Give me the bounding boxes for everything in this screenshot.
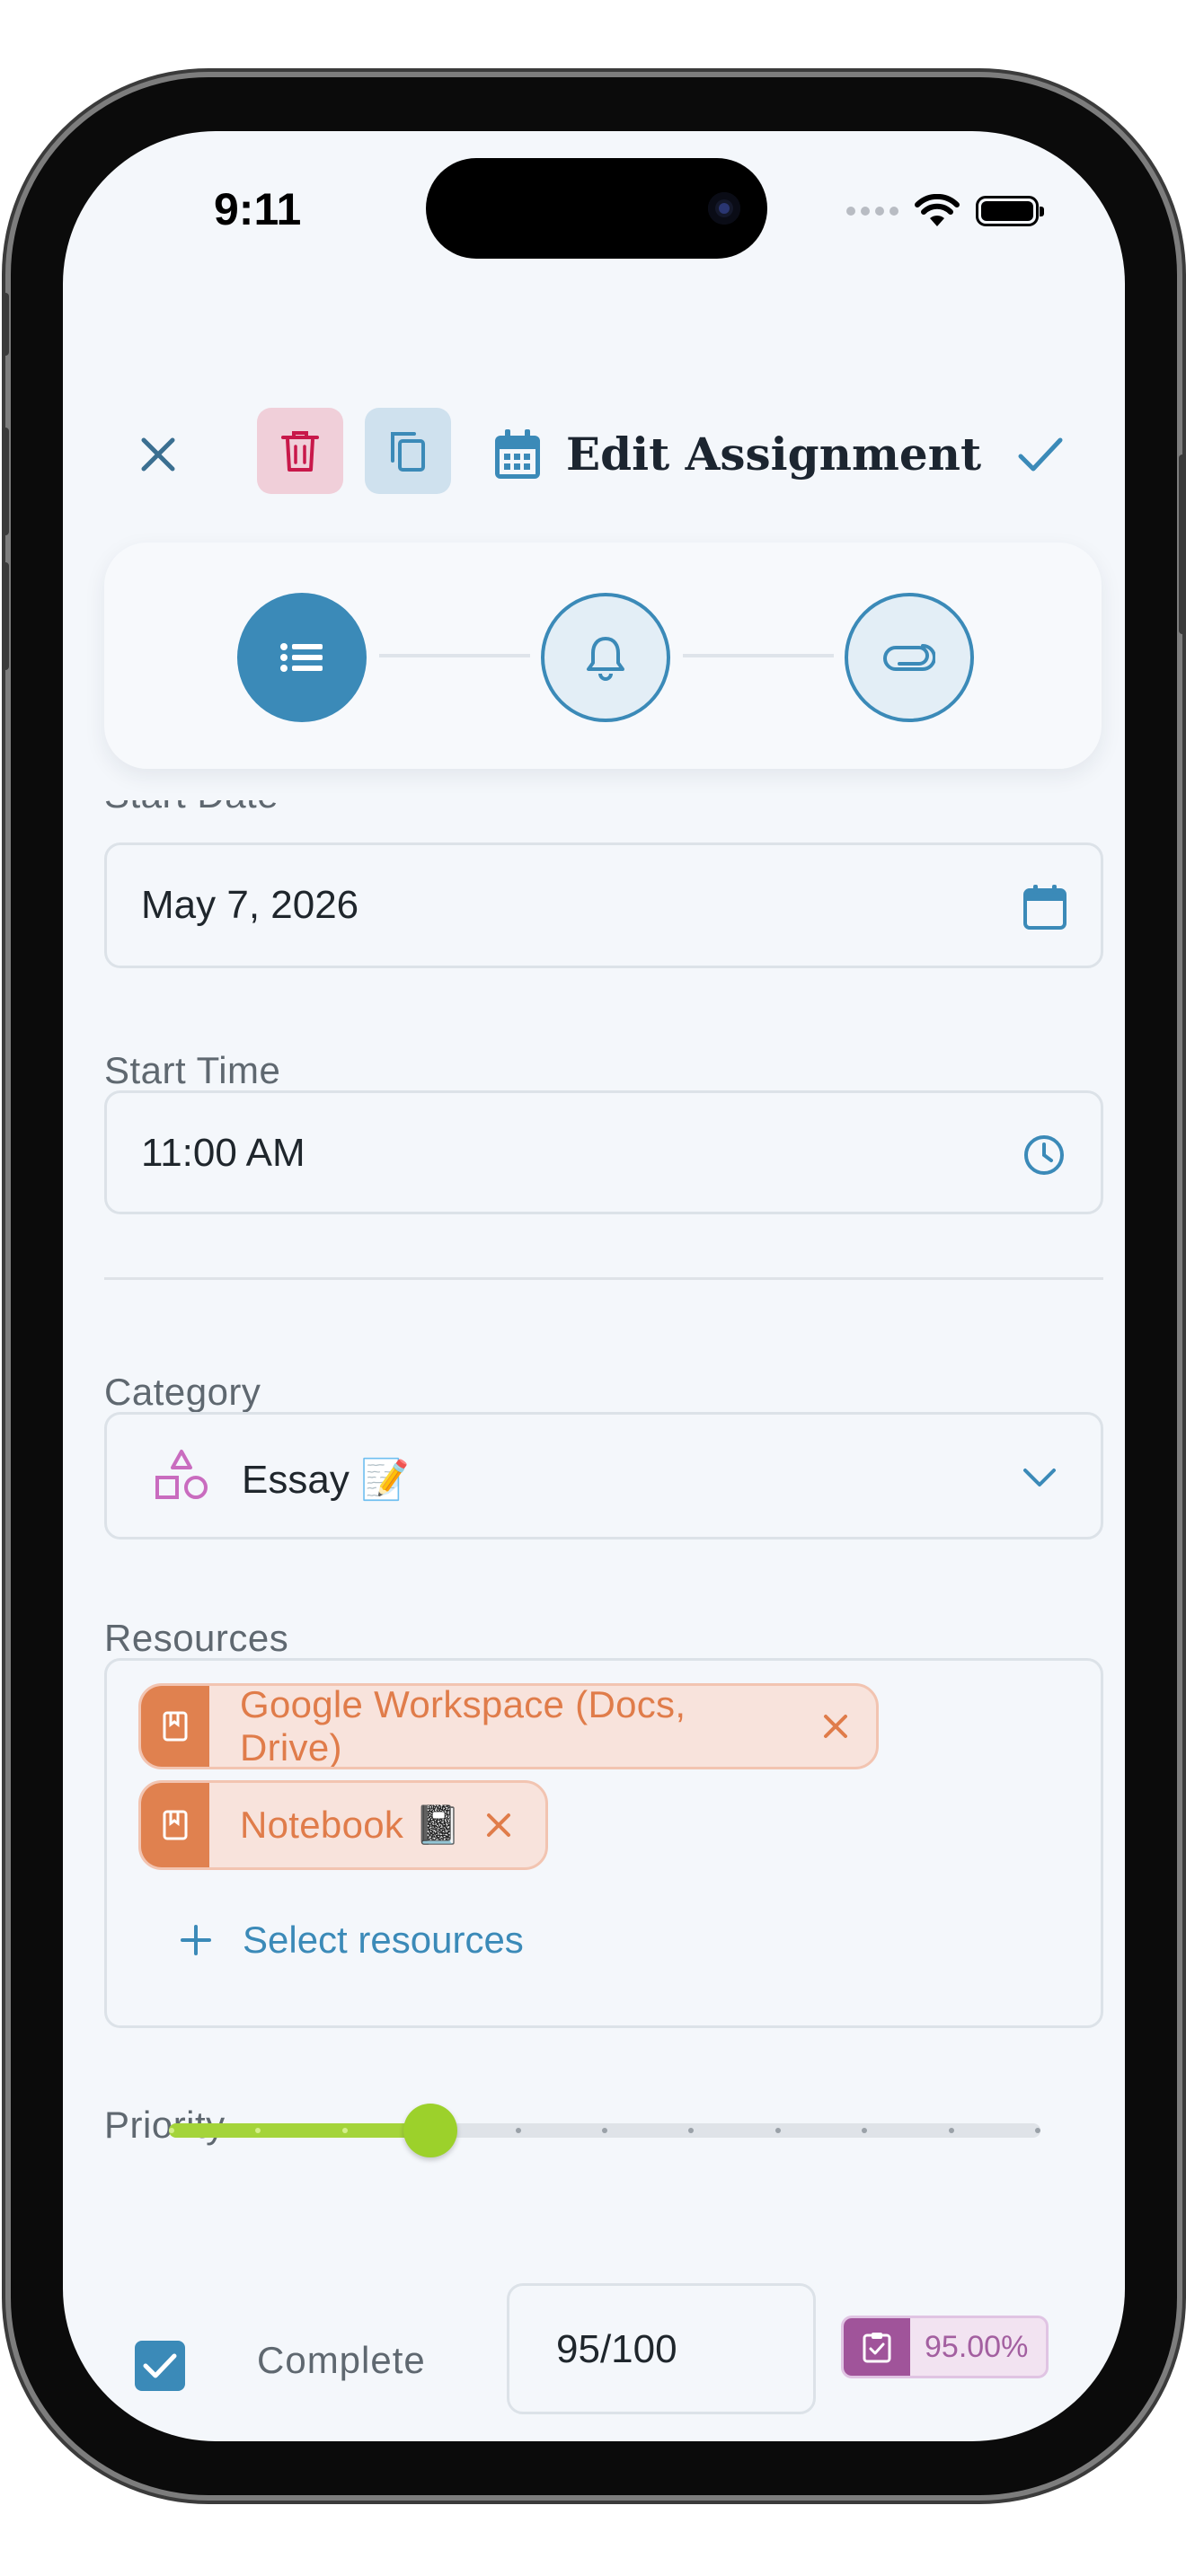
step-reminders[interactable] bbox=[541, 593, 670, 722]
priority-slider-tick bbox=[515, 2128, 521, 2133]
calendar-icon bbox=[1023, 885, 1067, 930]
resource-chip-label: Google Workspace (Docs, Drive) bbox=[239, 1683, 686, 1769]
resource-chip-label: Notebook 📓 bbox=[240, 1803, 462, 1846]
priority-slider-thumb[interactable] bbox=[403, 2104, 457, 2157]
step-details[interactable] bbox=[237, 593, 367, 722]
action-button bbox=[2, 293, 9, 356]
section-stepper bbox=[104, 543, 1102, 769]
phone-frame: 9:11 Edit Assignment Start Date May 7, 2… bbox=[2, 77, 1186, 2495]
priority-slider-tick bbox=[862, 2128, 868, 2133]
priority-slider-tick bbox=[341, 2128, 348, 2133]
battery-icon bbox=[976, 196, 1044, 226]
stepper-connector bbox=[683, 654, 834, 657]
start-time-value: 11:00 AM bbox=[141, 1131, 305, 1175]
section-divider bbox=[104, 1277, 1103, 1280]
power-button bbox=[1179, 454, 1186, 634]
category-value: Essay 📝 bbox=[242, 1458, 410, 1502]
close-icon bbox=[486, 1813, 510, 1837]
close-icon bbox=[824, 1715, 847, 1738]
step-attachments[interactable] bbox=[845, 593, 974, 722]
category-label: Category bbox=[104, 1371, 261, 1413]
start-date-field[interactable]: May 7, 2026 bbox=[104, 842, 1103, 968]
start-date-value: May 7, 2026 bbox=[141, 883, 359, 927]
remove-resource-button[interactable] bbox=[799, 1686, 876, 1767]
save-button[interactable] bbox=[1012, 428, 1069, 481]
priority-slider-tick bbox=[1035, 2128, 1040, 2133]
priority-slider-fill bbox=[169, 2123, 430, 2138]
close-button[interactable] bbox=[131, 428, 185, 481]
copy-icon bbox=[391, 432, 425, 472]
page-title: Edit Assignment bbox=[566, 428, 982, 481]
resource-chip[interactable]: Notebook 📓 bbox=[138, 1780, 548, 1870]
calendar-header-icon bbox=[491, 426, 544, 483]
clipboard-check-icon bbox=[844, 2318, 910, 2376]
chevron-down-icon bbox=[1023, 1469, 1056, 1486]
start-time-field[interactable]: 11:00 AM bbox=[104, 1090, 1103, 1214]
book-icon bbox=[141, 1783, 209, 1867]
list-icon bbox=[280, 643, 323, 672]
stepper-connector bbox=[379, 654, 530, 657]
score-input[interactable]: 95/100 bbox=[507, 2283, 816, 2414]
priority-slider-tick bbox=[169, 2128, 174, 2133]
complete-label: Complete bbox=[257, 2339, 426, 2381]
priority-slider[interactable] bbox=[169, 2104, 1040, 2157]
start-date-label: Start Date bbox=[104, 773, 279, 816]
cellular-signal-icon bbox=[846, 207, 898, 216]
dynamic-island bbox=[426, 158, 767, 259]
volume-up-button bbox=[2, 428, 9, 535]
plus-icon bbox=[181, 1925, 211, 1955]
clock-icon bbox=[1024, 1135, 1064, 1175]
score-value: 95/100 bbox=[556, 2327, 677, 2371]
priority-slider-tick bbox=[774, 2128, 781, 2133]
wifi-icon bbox=[915, 194, 960, 226]
camera-icon bbox=[708, 192, 740, 225]
duplicate-button[interactable] bbox=[365, 408, 451, 494]
priority-slider-tick bbox=[948, 2128, 954, 2133]
paperclip-icon bbox=[883, 644, 935, 671]
resource-chip[interactable]: Google Workspace (Docs, Drive) bbox=[138, 1683, 879, 1769]
volume-down-button bbox=[2, 562, 9, 670]
score-percent: 95.00% bbox=[925, 2329, 1029, 2364]
complete-checkbox[interactable] bbox=[135, 2341, 185, 2391]
start-time-label: Start Time bbox=[104, 1049, 281, 1091]
bell-icon bbox=[587, 637, 624, 681]
delete-button[interactable] bbox=[257, 408, 343, 494]
select-resources-label: Select resources bbox=[243, 1919, 524, 1961]
checkmark-icon bbox=[143, 2353, 177, 2378]
shapes-icon bbox=[155, 1450, 208, 1499]
close-icon bbox=[141, 437, 175, 472]
priority-slider-tick bbox=[602, 2128, 607, 2133]
trash-icon bbox=[281, 431, 319, 472]
app-screen: 9:11 Edit Assignment Start Date May 7, 2… bbox=[63, 131, 1125, 2441]
status-time: 9:11 bbox=[214, 184, 302, 234]
select-resources-button[interactable]: Select resources bbox=[180, 1919, 524, 1962]
score-percent-badge: 95.00% bbox=[841, 2316, 1049, 2378]
checkmark-icon bbox=[1018, 437, 1063, 472]
remove-resource-button[interactable] bbox=[462, 1783, 539, 1867]
category-select[interactable]: Essay 📝 bbox=[104, 1412, 1103, 1539]
priority-slider-tick bbox=[688, 2128, 695, 2133]
book-icon bbox=[141, 1686, 209, 1767]
status-icons bbox=[846, 194, 1044, 228]
resources-label: Resources bbox=[104, 1617, 289, 1659]
